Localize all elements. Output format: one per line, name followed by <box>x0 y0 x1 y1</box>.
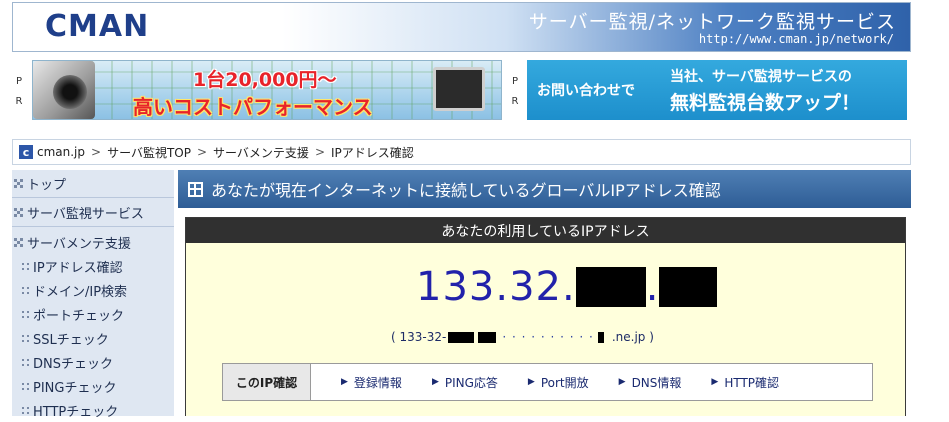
check-link-dns[interactable]: ▶ DNS情報 <box>619 374 682 391</box>
host-dots: · · · · · · · · · · <box>502 330 594 344</box>
grid-bullet-icon <box>22 334 29 342</box>
sidebar-item-label: トップ <box>27 178 67 193</box>
check-link-port[interactable]: ▶ Port開放 <box>528 374 589 391</box>
sidebar-item-label: HTTPチェック <box>33 404 119 420</box>
grid-bullet-icon <box>22 382 29 390</box>
monitor-image <box>433 67 485 111</box>
page-title-text: あなたが現在インターネットに接続しているグローバルIPアドレス確認 <box>211 181 721 200</box>
ad-banner-cost[interactable]: 1台20,000円～ 高いコストパフォーマンス <box>32 60 502 120</box>
breadcrumb: c cman.jp > サーバ監視TOP > サーバメンテ支援 > IPアドレス… <box>12 139 911 165</box>
grid-bullet-icon <box>22 286 29 294</box>
ip-address-display: 133.32. . <box>416 264 718 310</box>
pr-label-left: P <box>15 76 23 87</box>
check-link-registration[interactable]: ▶ 登録情報 <box>341 374 402 391</box>
ad-banner-free-monitoring[interactable]: お問い合わせで 当社、サーバ監視サービスの 無料監視台数アップ！ <box>527 60 907 120</box>
host-redaction-block <box>478 331 497 343</box>
header-title: サーバー監視/ネットワーク監視サービス <box>528 11 896 33</box>
sidebar-nav: トップ サーバ監視サービス サーバメンテ支援 IPアドレス確認 ドメイン/IP検… <box>12 170 174 420</box>
sidebar-item-label: SSLチェック <box>33 332 109 348</box>
banner-price: 1台20,000円～ <box>193 69 337 91</box>
pr-label-left-2: R <box>15 96 23 107</box>
breadcrumb-separator: > <box>91 145 102 159</box>
ip-address-panel: あなたの利用しているIPアドレス 133.32. . ( 133-32- · ·… <box>185 217 906 416</box>
check-link-label: Port開放 <box>540 375 589 390</box>
header-url: http://www.cman.jp/network/ <box>698 32 894 46</box>
sidebar-item-domain-search[interactable]: ドメイン/IP検索 <box>12 278 174 302</box>
check-link-label: PING応答 <box>444 375 498 390</box>
grid-bullet-icon <box>14 208 23 217</box>
grid-bullet-icon <box>22 358 29 366</box>
grid-bullet-icon <box>14 237 23 247</box>
sidebar-item-label: サーバメンテ支援 <box>27 236 131 252</box>
pr-label-right: P <box>511 76 519 87</box>
sidebar-item-label: ポートチェック <box>33 308 125 324</box>
sidebar-item-label: DNSチェック <box>33 356 113 372</box>
sidebar-item-ping-check[interactable]: PINGチェック <box>12 374 174 398</box>
banner-service-text: 当社、サーバ監視サービスの <box>670 69 852 85</box>
banner-inquiry-text: お問い合わせで <box>537 83 635 99</box>
ip-hostname: ( 133-32- · · · · · · · · · · .ne.jp ) <box>391 330 654 344</box>
sidebar-item-label: PINGチェック <box>33 380 117 396</box>
host-redaction-block <box>448 331 475 343</box>
sidebar-item-port-check[interactable]: ポートチェック <box>12 302 174 326</box>
sidebar-item-ip-check[interactable]: IPアドレス確認 <box>12 254 174 278</box>
site-header: CMAN サーバー監視/ネットワーク監視サービス http://www.cman… <box>12 2 911 52</box>
pr-label-right-2: R <box>511 96 519 107</box>
triangle-right-icon: ▶ <box>711 377 719 387</box>
ip-redaction-block <box>575 267 646 307</box>
check-label: このIP確認 <box>223 364 311 400</box>
banner-tagline: 高いコストパフォーマンス <box>133 95 373 119</box>
check-link-http[interactable]: ▶ HTTP確認 <box>711 374 779 391</box>
host-suffix: .ne.jp ) <box>611 330 654 344</box>
check-link-label: 登録情報 <box>353 375 402 390</box>
sidebar-item-label: サーバ監視サービス <box>27 207 144 222</box>
grid-bullet-icon <box>22 406 29 414</box>
triangle-right-icon: ▶ <box>431 377 439 387</box>
sidebar-item-dns-check[interactable]: DNSチェック <box>12 350 174 374</box>
grid-bullet-icon <box>22 310 29 318</box>
check-link-ping[interactable]: ▶ PING応答 <box>432 374 498 391</box>
check-link-label: DNS情報 <box>631 375 682 390</box>
sidebar-item-http-check[interactable]: HTTPチェック <box>12 398 174 422</box>
breadcrumb-home[interactable]: cman.jp <box>37 145 85 159</box>
sidebar-item-maintenance[interactable]: サーバメンテ支援 <box>12 228 174 256</box>
breadcrumb-current: IPアドレス確認 <box>331 145 414 160</box>
breadcrumb-monitoring-top[interactable]: サーバ監視TOP <box>107 144 191 161</box>
grid-bullet-icon <box>14 179 23 188</box>
ip-redaction-block <box>659 267 718 307</box>
check-link-label: HTTP確認 <box>724 375 780 390</box>
cman-logo[interactable]: CMAN <box>45 9 149 44</box>
sidebar-item-ssl-check[interactable]: SSLチェック <box>12 326 174 350</box>
sidebar-item-label: IPアドレス確認 <box>33 260 123 276</box>
breadcrumb-separator: > <box>314 145 325 159</box>
ip-panel-header: あなたの利用しているIPアドレス <box>186 218 905 243</box>
banner-upgrade-text: 無料監視台数アップ！ <box>670 92 861 114</box>
breadcrumb-separator: > <box>196 145 208 159</box>
sidebar-item-label: ドメイン/IP検索 <box>33 284 128 300</box>
grid-square-icon <box>188 181 203 197</box>
sidebar-item-monitoring[interactable]: サーバ監視サービス <box>12 199 174 227</box>
breadcrumb-maintenance[interactable]: サーバメンテ支援 <box>213 144 309 161</box>
triangle-right-icon: ▶ <box>527 377 535 387</box>
triangle-right-icon: ▶ <box>618 377 626 387</box>
camera-image <box>33 61 95 119</box>
ip-dot: . <box>645 264 660 310</box>
host-redaction-block <box>597 331 604 343</box>
grid-bullet-icon <box>22 262 29 270</box>
ip-check-bar: このIP確認 ▶ 登録情報 ▶ PING応答 ▶ Port開放 ▶ DNS情報 … <box>222 363 873 401</box>
triangle-right-icon: ▶ <box>341 377 348 387</box>
page-title: あなたが現在インターネットに接続しているグローバルIPアドレス確認 <box>178 170 911 208</box>
sidebar-item-top[interactable]: トップ <box>12 170 174 198</box>
cman-small-logo-icon: c <box>19 145 33 159</box>
ip-prefix: 133.32. <box>416 264 576 310</box>
host-prefix: ( 133-32- <box>391 330 447 344</box>
